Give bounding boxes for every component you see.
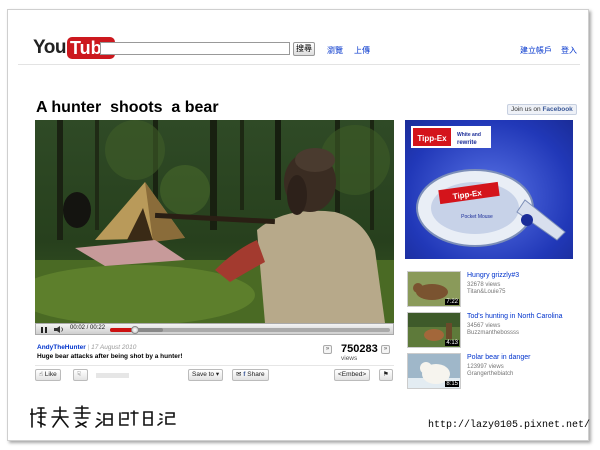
search-button[interactable]: 搜尋 bbox=[293, 42, 315, 56]
ad-tagline-1: White and bbox=[457, 132, 481, 138]
search-input[interactable] bbox=[100, 42, 290, 55]
related-title[interactable]: Tod's hunting in North Carolina bbox=[467, 313, 563, 320]
related-user: Buzzmanthebossss bbox=[467, 330, 520, 336]
share-button[interactable]: ✉ f Share bbox=[232, 369, 269, 381]
player-controls: 00:02 / 00:22 bbox=[35, 323, 394, 335]
handwritten-signature bbox=[30, 405, 176, 428]
uploader-separator: | bbox=[87, 344, 90, 351]
nav-upload-link[interactable]: 上傳 bbox=[354, 45, 370, 56]
facebook-brand: Facebook bbox=[542, 106, 573, 113]
progress-track[interactable] bbox=[110, 326, 390, 334]
youtube-page: You Tube 搜尋 瀏覽 上傳 建立帳戶 登入 A hunter shoot… bbox=[18, 23, 580, 428]
video-description: Huge bear attacks after being shot by a … bbox=[37, 353, 183, 360]
header-divider bbox=[18, 64, 580, 65]
related-title[interactable]: Hungry grizzly#3 bbox=[467, 272, 519, 279]
related-thumbnail[interactable]: 4:13 bbox=[407, 312, 461, 348]
nav-create-account-link[interactable]: 建立帳戶 bbox=[520, 45, 552, 56]
ad-image: Tipp-Ex White and rewrite Tipp-Ex Pocket… bbox=[411, 126, 566, 247]
upload-date: 17 August 2010 bbox=[91, 344, 137, 351]
video-title: A hunter shoots a bear bbox=[36, 99, 219, 116]
nav-browse-link[interactable]: 瀏覽 bbox=[327, 45, 343, 56]
thumb-down-icon: ☟ bbox=[77, 371, 81, 378]
related-views: 32678 views bbox=[467, 282, 501, 288]
related-user: Titan&Louie75 bbox=[467, 289, 506, 295]
duration-badge: 8:15 bbox=[445, 381, 459, 387]
product-name-text: Pocket Mouse bbox=[461, 214, 493, 220]
dislike-button[interactable]: ☟ bbox=[73, 369, 88, 381]
ad-tagline-2: rewrite bbox=[457, 140, 477, 146]
expand-stats-icon[interactable]: » bbox=[381, 345, 390, 354]
duration-badge: 7:22 bbox=[445, 299, 459, 305]
related-thumbnail[interactable]: 8:15 bbox=[407, 353, 461, 389]
video-player[interactable] bbox=[35, 120, 394, 323]
tippex-advertisement[interactable]: Tipp-Ex White and rewrite Tipp-Ex Pocket… bbox=[405, 120, 573, 259]
related-views: 123997 views bbox=[467, 364, 504, 370]
like-label: Like bbox=[44, 371, 57, 378]
nav-login-link[interactable]: 登入 bbox=[561, 45, 577, 56]
related-video[interactable]: 4:13 Tod's hunting in North Carolina 345… bbox=[407, 312, 575, 350]
related-thumbnail[interactable]: 7:22 bbox=[407, 271, 461, 307]
save-to-label: Save to bbox=[192, 371, 215, 378]
rating-bar bbox=[96, 373, 129, 378]
uploader-link[interactable]: AndyTheHunter bbox=[37, 344, 86, 351]
progress-handle[interactable] bbox=[131, 326, 140, 334]
blog-url-watermark: http://lazy0105.pixnet.net/ bbox=[428, 420, 591, 431]
save-to-button[interactable]: Save to ▾ bbox=[188, 369, 224, 381]
facebook-join-button[interactable]: Join us on Facebook bbox=[507, 104, 577, 115]
flag-button[interactable]: ⚑ bbox=[379, 369, 393, 381]
facebook-prefix: Join us on bbox=[511, 106, 543, 113]
uploader-line: AndyTheHunter | 17 August 2010 bbox=[37, 344, 136, 351]
duration-badge: 4:13 bbox=[445, 340, 459, 346]
thumb-up-icon: ☝ bbox=[39, 371, 43, 378]
photo-frame: You Tube 搜尋 瀏覽 上傳 建立帳戶 登入 A hunter shoot… bbox=[7, 9, 589, 441]
expand-description-icon[interactable]: » bbox=[323, 345, 332, 354]
like-button[interactable]: ☝ Like bbox=[35, 369, 61, 381]
video-frame-image bbox=[35, 120, 394, 323]
related-video[interactable]: 7:22 Hungry grizzly#3 32678 views Titan&… bbox=[407, 271, 575, 309]
time-display: 00:02 / 00:22 bbox=[70, 325, 106, 331]
facebook-icon: f bbox=[243, 371, 246, 378]
related-title[interactable]: Polar bear in danger bbox=[467, 354, 530, 361]
volume-icon[interactable] bbox=[54, 326, 64, 333]
logo-you-text: You bbox=[33, 37, 66, 58]
dropdown-arrow-icon: ▾ bbox=[215, 371, 220, 378]
flag-icon: ⚑ bbox=[383, 371, 389, 378]
view-count: 750283 bbox=[341, 343, 378, 355]
play-pause-icon[interactable] bbox=[41, 327, 47, 333]
related-video[interactable]: 8:15 Polar bear in danger 123997 views G… bbox=[407, 353, 575, 391]
ad-brand-text: Tipp-Ex bbox=[417, 134, 447, 143]
views-label: views bbox=[341, 355, 358, 362]
info-divider bbox=[35, 365, 394, 366]
share-label: Share bbox=[247, 371, 265, 378]
related-user: Grangerthebiatch bbox=[467, 371, 514, 377]
email-icon: ✉ bbox=[236, 371, 242, 378]
embed-button[interactable]: <Embed> bbox=[334, 369, 371, 381]
related-views: 34567 views bbox=[467, 323, 501, 329]
